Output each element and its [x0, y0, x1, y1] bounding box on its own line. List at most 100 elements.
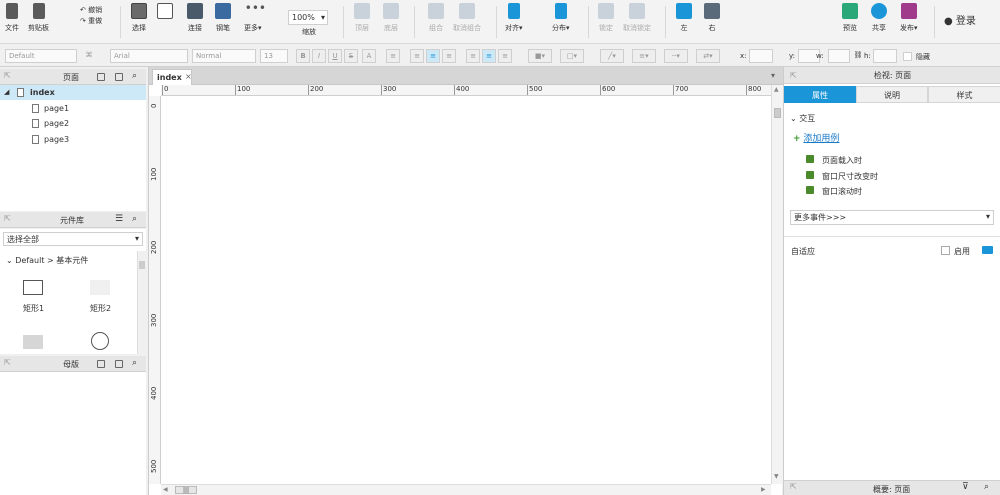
- scroll-left-icon[interactable]: ◀: [163, 486, 168, 493]
- more-button[interactable]: ••• 更多▾: [244, 2, 266, 33]
- unlock-button[interactable]: 取消锁定: [623, 3, 651, 33]
- preview-button[interactable]: 预览: [842, 3, 858, 33]
- italic-button[interactable]: I: [312, 49, 326, 63]
- triangle-down-icon[interactable]: ◢: [4, 85, 9, 100]
- distribute-button[interactable]: 分布▾: [552, 3, 570, 33]
- lock-ratio-icon[interactable]: ⛓: [853, 49, 863, 63]
- tab-menu-icon[interactable]: ▾: [771, 71, 775, 80]
- tab-notes[interactable]: 说明: [856, 86, 928, 103]
- valign-top-button[interactable]: ≡: [466, 49, 480, 63]
- valign-middle-button[interactable]: ≡: [482, 49, 496, 63]
- image-widget[interactable]: [23, 335, 43, 349]
- search-icon[interactable]: ⌕: [132, 214, 137, 224]
- h-input[interactable]: [873, 49, 897, 63]
- publish-button[interactable]: 发布▾: [900, 3, 918, 33]
- add-case-link[interactable]: + 添加用例: [793, 131, 839, 144]
- connect-button[interactable]: 连接: [187, 3, 203, 33]
- add-page-icon[interactable]: [97, 73, 105, 81]
- shadow-button[interactable]: □▾: [560, 49, 584, 63]
- clipboard-button[interactable]: 剪贴板: [28, 3, 49, 33]
- arrow-style-button[interactable]: ⇄▾: [696, 49, 720, 63]
- bring-top-button[interactable]: 顶层: [354, 3, 370, 33]
- page-item[interactable]: page2: [0, 116, 146, 131]
- more-events-select[interactable]: 更多事件>>> ▾: [790, 210, 994, 225]
- enable-checkbox[interactable]: [941, 246, 950, 255]
- style-select[interactable]: Default: [5, 49, 77, 63]
- send-bottom-button[interactable]: 底层: [383, 3, 399, 33]
- line-color-button[interactable]: ╱▾: [600, 49, 624, 63]
- font-weight-select[interactable]: Normal: [192, 49, 256, 63]
- x-input[interactable]: [749, 49, 773, 63]
- tab-properties[interactable]: 属性: [784, 86, 856, 103]
- rectangle2-widget[interactable]: [90, 280, 110, 295]
- rectangle1-widget[interactable]: [23, 280, 43, 295]
- select-mode-button[interactable]: [157, 3, 173, 23]
- page-item[interactable]: page1: [0, 101, 146, 116]
- right-button[interactable]: 右: [704, 3, 720, 33]
- align-left-button[interactable]: ≡: [410, 49, 424, 63]
- group-button[interactable]: 组合: [428, 3, 444, 33]
- style-paint-icon[interactable]: ⌘: [82, 49, 96, 63]
- library-group[interactable]: ⌄ Default > 基本元件: [6, 255, 88, 266]
- lock-button[interactable]: 锁定: [598, 3, 614, 33]
- library-select[interactable]: 选择全部 ▾: [3, 232, 143, 246]
- collapse-icon[interactable]: ⇱: [790, 67, 797, 84]
- interaction-section[interactable]: ⌄ 交互: [790, 113, 815, 124]
- ungroup-button[interactable]: 取消组合: [453, 3, 481, 33]
- filter-icon[interactable]: ⊽: [962, 482, 969, 492]
- undo-button[interactable]: ↶ 撤销: [80, 5, 102, 15]
- scroll-thumb[interactable]: [774, 108, 781, 118]
- left-button[interactable]: 左: [676, 3, 692, 33]
- search-icon[interactable]: ⌕: [984, 482, 989, 492]
- add-master-icon[interactable]: [97, 360, 105, 368]
- scroll-up-icon[interactable]: ▲: [774, 86, 779, 93]
- ellipse-widget[interactable]: [91, 332, 109, 350]
- share-button[interactable]: 共享: [871, 3, 887, 33]
- align-right-button[interactable]: ≡: [442, 49, 456, 63]
- font-color-button[interactable]: A: [362, 49, 376, 63]
- scroll-thumb[interactable]: |||: [175, 486, 197, 494]
- strike-button[interactable]: S: [344, 49, 358, 63]
- align-center-button[interactable]: ≡: [426, 49, 440, 63]
- tab-style[interactable]: 样式: [928, 86, 1000, 103]
- collapse-icon[interactable]: ⇱: [790, 482, 797, 491]
- search-icon[interactable]: ⌕: [132, 358, 137, 368]
- fill-color-button[interactable]: ■▾: [528, 49, 552, 63]
- scroll-right-icon[interactable]: ▶: [761, 486, 766, 493]
- vertical-scrollbar[interactable]: ▲ ▼: [771, 85, 783, 484]
- page-item[interactable]: page3: [0, 132, 146, 147]
- search-icon[interactable]: ⌕: [132, 71, 137, 81]
- zoom-select[interactable]: 100% ▾: [288, 10, 328, 25]
- file-button[interactable]: 文件: [5, 3, 19, 33]
- w-input[interactable]: [828, 49, 850, 63]
- add-folder-icon[interactable]: [115, 73, 123, 81]
- adaptive-settings-icon[interactable]: [982, 246, 993, 254]
- line-width-button[interactable]: ≡▾: [632, 49, 656, 63]
- pen-button[interactable]: 钢笔: [215, 3, 231, 33]
- bold-button[interactable]: B: [296, 49, 310, 63]
- add-folder-icon[interactable]: [115, 360, 123, 368]
- valign-bottom-button[interactable]: ≡: [498, 49, 512, 63]
- underline-button[interactable]: U: [328, 49, 342, 63]
- menu-icon[interactable]: ☰: [115, 214, 123, 224]
- collapse-icon[interactable]: ⇱: [4, 71, 11, 80]
- horizontal-scrollbar[interactable]: ◀ ||| ▶: [161, 484, 771, 495]
- align-button[interactable]: 对齐▾: [505, 3, 523, 33]
- hidden-checkbox[interactable]: [903, 52, 912, 61]
- scroll-down-icon[interactable]: ▼: [774, 473, 779, 480]
- page-item-index[interactable]: ◢ index: [0, 85, 146, 100]
- font-size-select[interactable]: 13: [260, 49, 288, 63]
- redo-button[interactable]: ↷ 重做: [80, 16, 102, 26]
- close-icon[interactable]: ×: [185, 72, 192, 82]
- collapse-icon[interactable]: ⇱: [4, 358, 11, 367]
- tab-index[interactable]: index ×: [152, 69, 192, 85]
- bullet-list-button[interactable]: ≡: [386, 49, 400, 63]
- font-family-select[interactable]: Arial: [110, 49, 188, 63]
- login-button[interactable]: ● 登录: [944, 12, 976, 27]
- design-canvas[interactable]: [162, 97, 770, 483]
- scroll-thumb[interactable]: [139, 261, 145, 269]
- library-scrollbar[interactable]: [137, 251, 146, 354]
- line-style-button[interactable]: ┄▾: [664, 49, 688, 63]
- select-button[interactable]: 选择: [131, 3, 147, 33]
- collapse-icon[interactable]: ⇱: [4, 214, 11, 223]
